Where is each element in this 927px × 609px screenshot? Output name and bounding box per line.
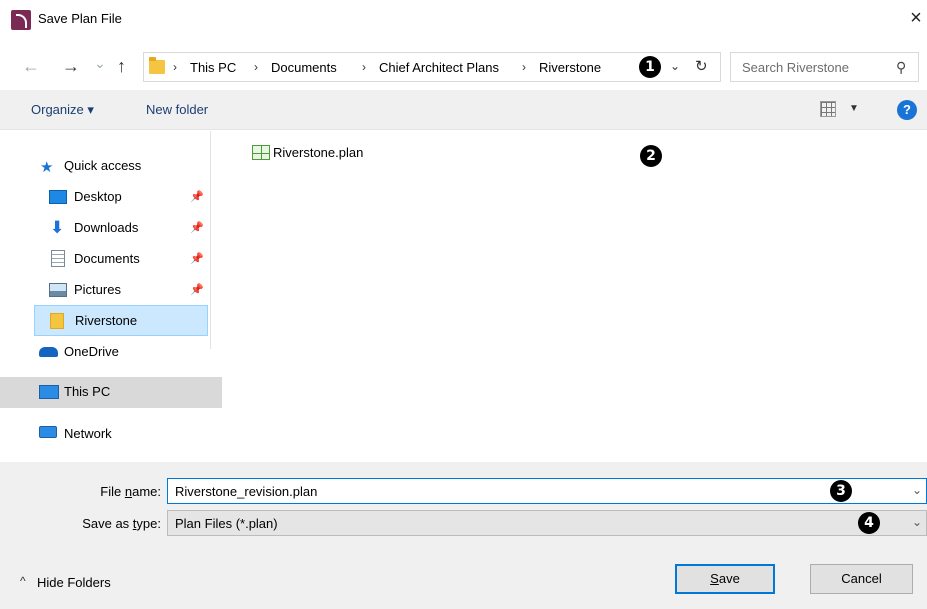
close-icon[interactable]: × — [904, 6, 927, 30]
pin-icon[interactable]: 📌 — [190, 252, 204, 265]
sidebar-item-riverstone[interactable]: Riverstone — [34, 305, 208, 336]
sidebar-item-this-pc[interactable]: This PC — [0, 377, 222, 408]
folder-icon — [149, 57, 165, 74]
document-icon — [51, 250, 65, 267]
address-dropdown-chevron-icon[interactable]: ⌄ — [670, 59, 680, 73]
breadcrumb-separator: › — [362, 60, 366, 74]
recent-locations-chevron-icon[interactable]: ⌄ — [94, 54, 106, 72]
download-arrow-icon: ⬇ — [50, 218, 65, 237]
breadcrumb-this-pc[interactable]: This PC — [190, 60, 236, 75]
sidebar-item-label: Quick access — [64, 158, 142, 173]
save-plan-file-dialog: Save Plan File × ← → ⌄ ↑ › This PC › Doc… — [0, 0, 927, 609]
chief-architect-app-icon — [11, 10, 31, 30]
search-icon[interactable]: ⚲ — [896, 59, 906, 76]
organize-button[interactable]: Organize ▾ — [31, 102, 94, 118]
breadcrumb-separator: › — [254, 60, 258, 74]
pane-divider — [210, 131, 211, 349]
pin-icon[interactable]: 📌 — [190, 190, 204, 203]
chevron-up-icon: ^ — [20, 574, 26, 588]
plan-file-icon — [252, 145, 270, 160]
hide-folders-button[interactable]: ^ Hide Folders — [20, 571, 140, 595]
help-icon[interactable]: ? — [897, 100, 917, 120]
callout-marker-3: 3 — [830, 480, 852, 502]
breadcrumb-chief-architect-plans[interactable]: Chief Architect Plans — [379, 60, 499, 75]
desktop-icon — [49, 190, 67, 204]
breadcrumb-documents[interactable]: Documents — [271, 60, 337, 75]
sidebar-item-label: Documents — [74, 251, 140, 266]
window-title: Save Plan File — [38, 11, 122, 26]
star-icon: ★ — [40, 159, 54, 176]
callout-marker-1: 1 — [639, 56, 661, 78]
refresh-icon[interactable]: ↻ — [695, 57, 708, 75]
sidebar-item-pictures[interactable]: Pictures 📌 — [0, 275, 210, 305]
address-bar[interactable]: › This PC › Documents › Chief Architect … — [143, 52, 721, 82]
save-button[interactable]: Save — [675, 564, 775, 594]
file-name-label: File name: — [100, 484, 161, 499]
file-name-dropdown-chevron-icon[interactable]: ⌄ — [912, 483, 922, 497]
sidebar-item-label: Downloads — [74, 220, 139, 235]
back-arrow-icon[interactable]: ← — [22, 57, 40, 75]
breadcrumb-separator: › — [173, 60, 177, 74]
view-options-caret-icon[interactable]: ▼ — [849, 103, 859, 114]
new-folder-button[interactable]: New folder — [146, 102, 208, 117]
search-placeholder: Search Riverstone — [742, 60, 849, 75]
breadcrumb-riverstone[interactable]: Riverstone — [539, 60, 601, 75]
folder-icon — [50, 313, 64, 329]
sidebar-item-documents[interactable]: Documents 📌 — [0, 244, 210, 274]
pictures-icon — [49, 283, 67, 297]
hide-folders-label: Hide Folders — [37, 575, 111, 590]
pin-icon[interactable]: 📌 — [190, 283, 204, 296]
cancel-button[interactable]: Cancel — [810, 564, 913, 594]
hide-folders-spacer — [20, 598, 140, 609]
sidebar-item-onedrive[interactable]: OneDrive — [0, 337, 210, 367]
cloud-icon — [39, 347, 58, 357]
file-name: Riverstone.plan — [273, 145, 364, 160]
forward-arrow-icon[interactable]: → — [62, 57, 80, 75]
computer-icon — [39, 385, 59, 399]
callout-marker-4: 4 — [858, 512, 880, 534]
network-icon — [39, 426, 57, 438]
sidebar-item-label: Desktop — [74, 189, 122, 204]
callout-marker-2: 2 — [640, 145, 662, 167]
sidebar-item-network[interactable]: Network — [0, 419, 210, 449]
sidebar-item-desktop[interactable]: Desktop 📌 — [0, 182, 210, 212]
view-options-icon[interactable] — [820, 101, 836, 117]
pin-icon[interactable]: 📌 — [190, 221, 204, 234]
sidebar-item-label: OneDrive — [64, 344, 119, 359]
sidebar-item-label: Pictures — [74, 282, 121, 297]
file-item-riverstone-plan[interactable]: Riverstone.plan — [250, 140, 390, 164]
sidebar-item-label: This PC — [64, 384, 111, 399]
sidebar-item-label: Network — [64, 426, 112, 441]
save-as-type-select[interactable]: Plan Files (*.plan) 4 ⌄ — [167, 510, 927, 536]
title-bar: Save Plan File × — [0, 0, 927, 36]
file-list-area: 2 — [228, 131, 927, 462]
sidebar-item-label: Riverstone — [75, 313, 138, 328]
sidebar-item-downloads[interactable]: ⬇ Downloads 📌 — [0, 213, 210, 243]
save-type-dropdown-chevron-icon[interactable]: ⌄ — [912, 515, 922, 529]
breadcrumb-separator: › — [522, 60, 526, 74]
sidebar-item-quick-access[interactable]: ★ Quick access — [0, 151, 210, 181]
file-name-field[interactable]: Riverstone_revision.plan 3 ⌄ — [167, 478, 927, 504]
save-type-value: Plan Files (*.plan) — [175, 516, 278, 531]
search-box[interactable]: Search Riverstone ⚲ — [730, 52, 919, 82]
command-toolbar: Organize ▾ New folder ▼ ? — [0, 90, 927, 130]
file-name-value[interactable]: Riverstone_revision.plan — [175, 484, 317, 499]
save-type-label: Save as type: — [82, 516, 161, 531]
up-arrow-icon[interactable]: ↑ — [117, 57, 126, 75]
